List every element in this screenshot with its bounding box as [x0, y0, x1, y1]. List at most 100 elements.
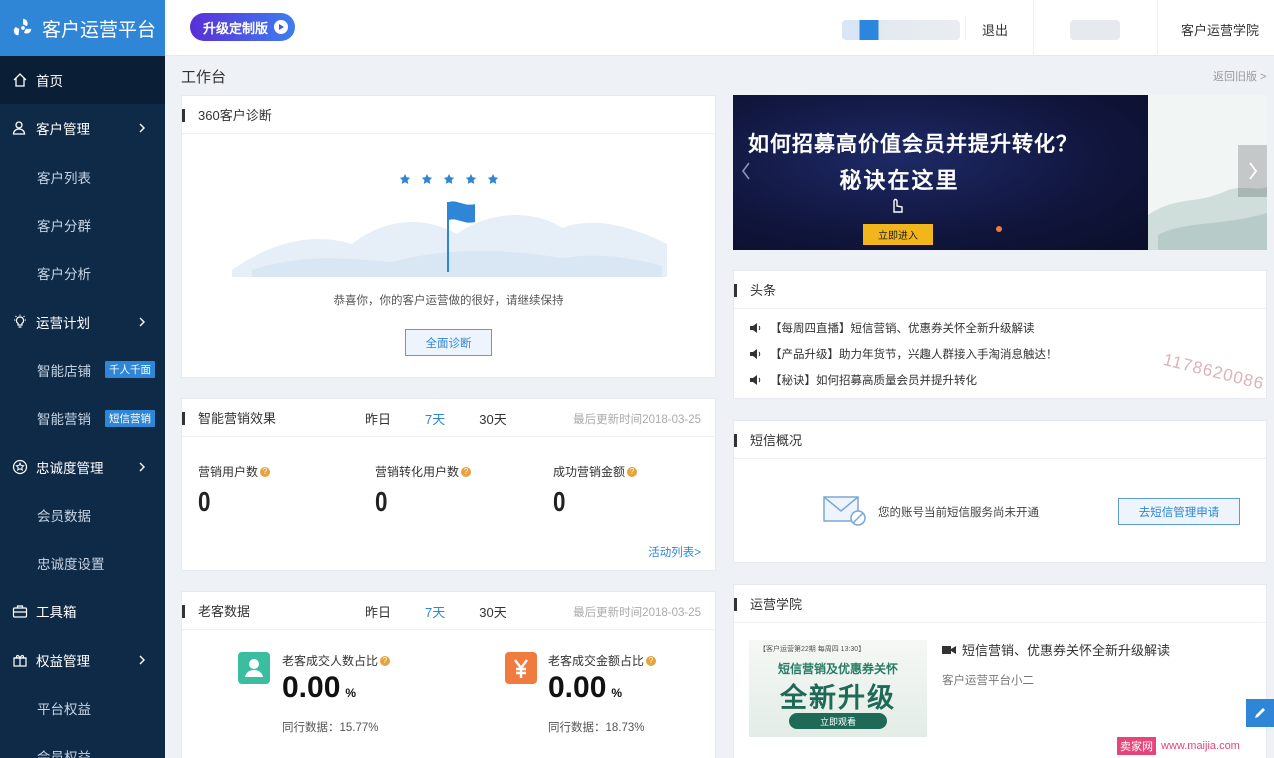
help-icon[interactable]: ? [627, 466, 638, 477]
back-to-old-version-link[interactable]: 返回旧版 > [1213, 68, 1266, 84]
sidebar-item-smart-marketing[interactable]: 智能营销 短信营销 [0, 394, 165, 442]
help-icon[interactable]: ? [260, 466, 271, 477]
sidebar-item-label: 忠诚度管理 [36, 460, 104, 476]
tab-30days[interactable]: 30天 [479, 602, 506, 621]
sidebar-item-customer-analysis[interactable]: 客户分析 [0, 249, 165, 297]
sidebar-item-toolbox[interactable]: 工具箱 [0, 587, 165, 635]
sidebar-item-label: 客户管理 [36, 122, 90, 138]
sidebar-item-platform-rights[interactable]: 平台权益 [0, 684, 165, 732]
headline-item[interactable]: 【产品升级】助力年货节，兴趣人群接入手淘消息触达！ [750, 346, 1058, 362]
period-tabs: 昨日 7天 30天 [365, 399, 541, 437]
sidebar-item-label: 工具箱 [36, 605, 77, 621]
chevron-right-icon [139, 123, 145, 133]
stat-value: 0 [553, 486, 566, 517]
carousel-next-button[interactable] [1238, 145, 1267, 197]
sidebar-item-loyalty-settings[interactable]: 忠诚度设置 [0, 539, 165, 587]
app-logo[interactable]: 客户运营平台 [0, 0, 165, 56]
sidebar-item-label: 客户列表 [37, 170, 91, 186]
yen-icon [505, 652, 537, 684]
card-title: 运营学院 [750, 597, 803, 612]
sidebar-item-label: 会员权益 [37, 750, 91, 758]
video-icon [942, 645, 956, 654]
period-tabs: 昨日 7天 30天 [365, 592, 541, 630]
sidebar-item-rights-management[interactable]: 权益管理 [0, 636, 165, 684]
site-watermark: 卖家网 www.maijia.com [1113, 735, 1244, 757]
stat-value: 0.00 [548, 671, 607, 704]
tab-yesterday[interactable]: 昨日 [365, 602, 391, 621]
sidebar-item-customer-list[interactable]: 客户列表 [0, 153, 165, 201]
apply-sms-button[interactable]: 去短信管理申请 [1118, 498, 1240, 525]
old-customer-card: 老客数据 昨日 7天 30天 最后更新时间2018-03-25 老客成交人数占比… [181, 591, 716, 758]
stat-label: 老客成交人数占比 [282, 654, 379, 668]
stat-value: 0.00 [282, 671, 341, 704]
stat-unit: % [345, 686, 357, 700]
upgrade-button[interactable]: 升级定制版 [190, 13, 295, 41]
course-title-row[interactable]: 短信营销、优惠券关怀全新升级解读 [942, 640, 1170, 659]
help-icon[interactable]: ? [380, 655, 391, 666]
sidebar: 首页 客户管理 客户列表 客户分群 客户分析 运营计划 智能店铺 千人千面 智能… [0, 56, 165, 758]
help-icon[interactable]: ? [461, 466, 472, 477]
stat-unit: % [611, 686, 623, 700]
sidebar-item-operation-plan[interactable]: 运营计划 [0, 297, 165, 345]
card-title: 头条 [750, 283, 777, 298]
sidebar-item-loyalty-management[interactable]: 忠诚度管理 [0, 442, 165, 490]
thumb-top: 【客户运营第22期 每周四 13:30】 [759, 646, 866, 653]
star-badge-icon [12, 459, 28, 474]
course-thumbnail[interactable]: 【客户运营第22期 每周四 13:30】 短信营销及优惠券关怀 全新升级 立即观… [749, 640, 927, 737]
diagnosis-message: 恭喜你，你的客户运营做的很好，请继续保持 [333, 295, 564, 307]
stat-value: 0 [375, 486, 388, 517]
full-diagnosis-button[interactable]: 全面诊断 [405, 329, 492, 356]
pencil-icon [1255, 708, 1265, 718]
stat-label: 营销转化用户数 [375, 465, 460, 479]
headline-item[interactable]: 【秘诀】如何招募高质量会员并提升转化 [750, 372, 977, 388]
mail-blocked-icon [823, 496, 866, 526]
stat-old-buyer-ratio: 老客成交人数占比? 0.00% 同行数据：15.77% [282, 652, 391, 735]
thumb-title: 全新升级 [780, 683, 896, 713]
sidebar-item-customer-management[interactable]: 客户管理 [0, 104, 165, 152]
lightbulb-icon [14, 314, 26, 328]
activity-list-link[interactable]: 活动列表> [648, 544, 701, 560]
card-header: 运营学院 [734, 585, 1266, 623]
home-icon [13, 73, 27, 87]
banner-enter-button[interactable]: 立即进入 [863, 224, 933, 245]
last-updated: 最后更新时间2018-03-25 [573, 414, 701, 426]
card-header: 短信概况 [734, 421, 1266, 459]
help-icon[interactable]: ? [646, 655, 657, 666]
course-author: 客户运营平台小二 [942, 675, 1034, 687]
sidebar-item-smart-store[interactable]: 智能店铺 千人千面 [0, 346, 165, 394]
tab-7days[interactable]: 7天 [425, 409, 445, 428]
sidebar-item-label: 智能店铺 [37, 363, 91, 379]
tab-7days[interactable]: 7天 [425, 602, 445, 621]
banner-headline: 如何招募高价值会员并提升转化？ [748, 133, 1078, 156]
chevron-left-icon[interactable] [739, 160, 753, 182]
sidebar-item-customer-groups[interactable]: 客户分群 [0, 201, 165, 249]
banner-carousel[interactable]: 如何招募高价值会员并提升转化？ 秘诀在这里 立即进入 [733, 95, 1267, 250]
sidebar-item-member-data[interactable]: 会员数据 [0, 491, 165, 539]
app-logo-icon [13, 18, 32, 36]
logout-link[interactable]: 退出 [982, 20, 1008, 39]
watermark-site: 卖家网 [1117, 737, 1156, 755]
chevron-right-icon [139, 655, 145, 665]
edit-feedback-button[interactable] [1246, 699, 1274, 727]
thumb-subtitle: 短信营销及优惠券关怀 [777, 662, 898, 676]
sidebar-item-label: 平台权益 [37, 702, 91, 717]
tab-yesterday[interactable]: 昨日 [365, 409, 391, 428]
sidebar-item-member-rights[interactable]: 会员权益 [0, 732, 165, 758]
card-title: 老客数据 [198, 604, 251, 619]
stat-label: 成功营销金额 [553, 465, 626, 479]
sidebar-item-label: 忠诚度设置 [37, 557, 105, 573]
tab-30days[interactable]: 30天 [479, 409, 506, 428]
headline-text: 【产品升级】助力年货节，兴趣人群接入手淘消息触达！ [770, 349, 1058, 361]
stat-converted-users: 营销转化用户数? 0 [375, 463, 472, 518]
headline-item[interactable]: 【每周四直播】短信营销、优惠券关怀全新升级解读 [750, 320, 1035, 336]
chevron-right-icon [139, 317, 145, 327]
header-divider [1033, 0, 1034, 56]
sms-overview-card: 短信概况 您的账号当前短信服务尚未开通 去短信管理申请 [733, 420, 1267, 563]
carousel-dot-active[interactable] [996, 226, 1002, 232]
watch-now-button[interactable]: 立即观看 [789, 713, 887, 729]
card-title: 360客户诊断 [198, 108, 272, 123]
academy-link[interactable]: 客户运营学院 [1181, 20, 1259, 39]
stat-value: 0 [198, 486, 211, 517]
headline-text: 【秘诀】如何招募高质量会员并提升转化 [770, 375, 977, 387]
sidebar-item-home[interactable]: 首页 [0, 56, 165, 105]
